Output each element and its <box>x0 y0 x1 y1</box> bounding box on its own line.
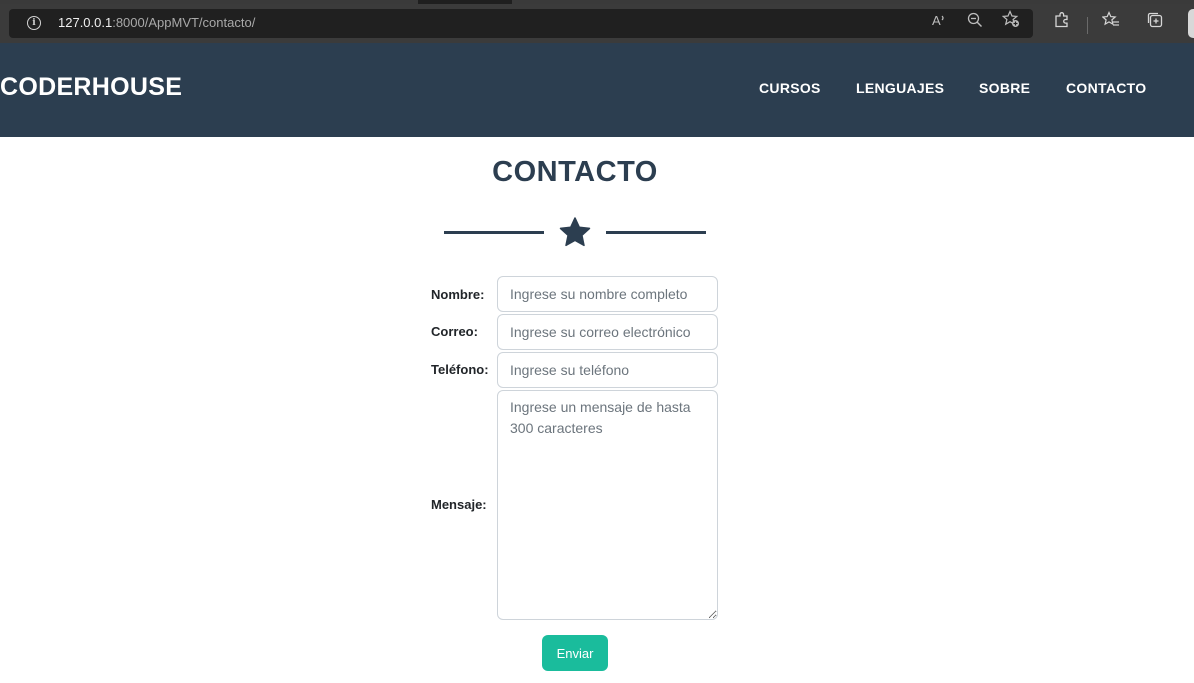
telefono-input[interactable] <box>497 352 718 388</box>
nombre-label: Nombre: <box>431 287 485 302</box>
page-title: CONTACTO <box>492 156 658 188</box>
browser-toolbar: i 127.0.0.1:8000/AppMVT/contacto/ A <box>0 4 1194 43</box>
mensaje-label: Mensaje: <box>431 497 487 512</box>
info-icon[interactable]: i <box>27 16 41 30</box>
correo-label: Correo: <box>431 324 478 339</box>
url-host: 127.0.0.1 <box>58 15 113 30</box>
url-path: :8000/AppMVT/contacto/ <box>112 15 256 30</box>
nombre-input[interactable] <box>497 276 718 312</box>
svg-text:A: A <box>932 13 941 28</box>
nav-link-lenguajes[interactable]: LENGUAJES <box>856 80 944 96</box>
star-icon <box>558 216 592 248</box>
address-bar[interactable]: i 127.0.0.1:8000/AppMVT/contacto/ A <box>9 9 1033 38</box>
enviar-button[interactable]: Enviar <box>542 635 608 671</box>
read-aloud-icon[interactable]: A <box>928 9 950 38</box>
nav-link-sobre[interactable]: SOBRE <box>979 80 1030 96</box>
correo-input[interactable] <box>497 314 718 350</box>
url-text[interactable]: 127.0.0.1:8000/AppMVT/contacto/ <box>58 15 255 30</box>
nav-link-contacto[interactable]: CONTACTO <box>1066 80 1146 96</box>
collections-icon[interactable] <box>1143 8 1167 39</box>
telefono-label: Teléfono: <box>431 362 489 377</box>
add-favorite-icon[interactable] <box>1000 9 1022 38</box>
favorites-icon[interactable] <box>1099 8 1123 39</box>
divider-line-left <box>444 231 544 234</box>
mensaje-textarea[interactable] <box>497 390 718 620</box>
toolbar-separator <box>1087 17 1088 34</box>
divider-line-right <box>606 231 706 234</box>
sidebar-toggle[interactable] <box>1188 9 1194 38</box>
zoom-out-icon[interactable] <box>964 9 986 38</box>
site-navbar: CODERHOUSE CURSOS LENGUAJES SOBRE CONTAC… <box>0 43 1194 137</box>
brand-logo[interactable]: CODERHOUSE <box>0 73 182 102</box>
nav-link-cursos[interactable]: CURSOS <box>759 80 821 96</box>
extensions-icon[interactable] <box>1050 8 1074 39</box>
